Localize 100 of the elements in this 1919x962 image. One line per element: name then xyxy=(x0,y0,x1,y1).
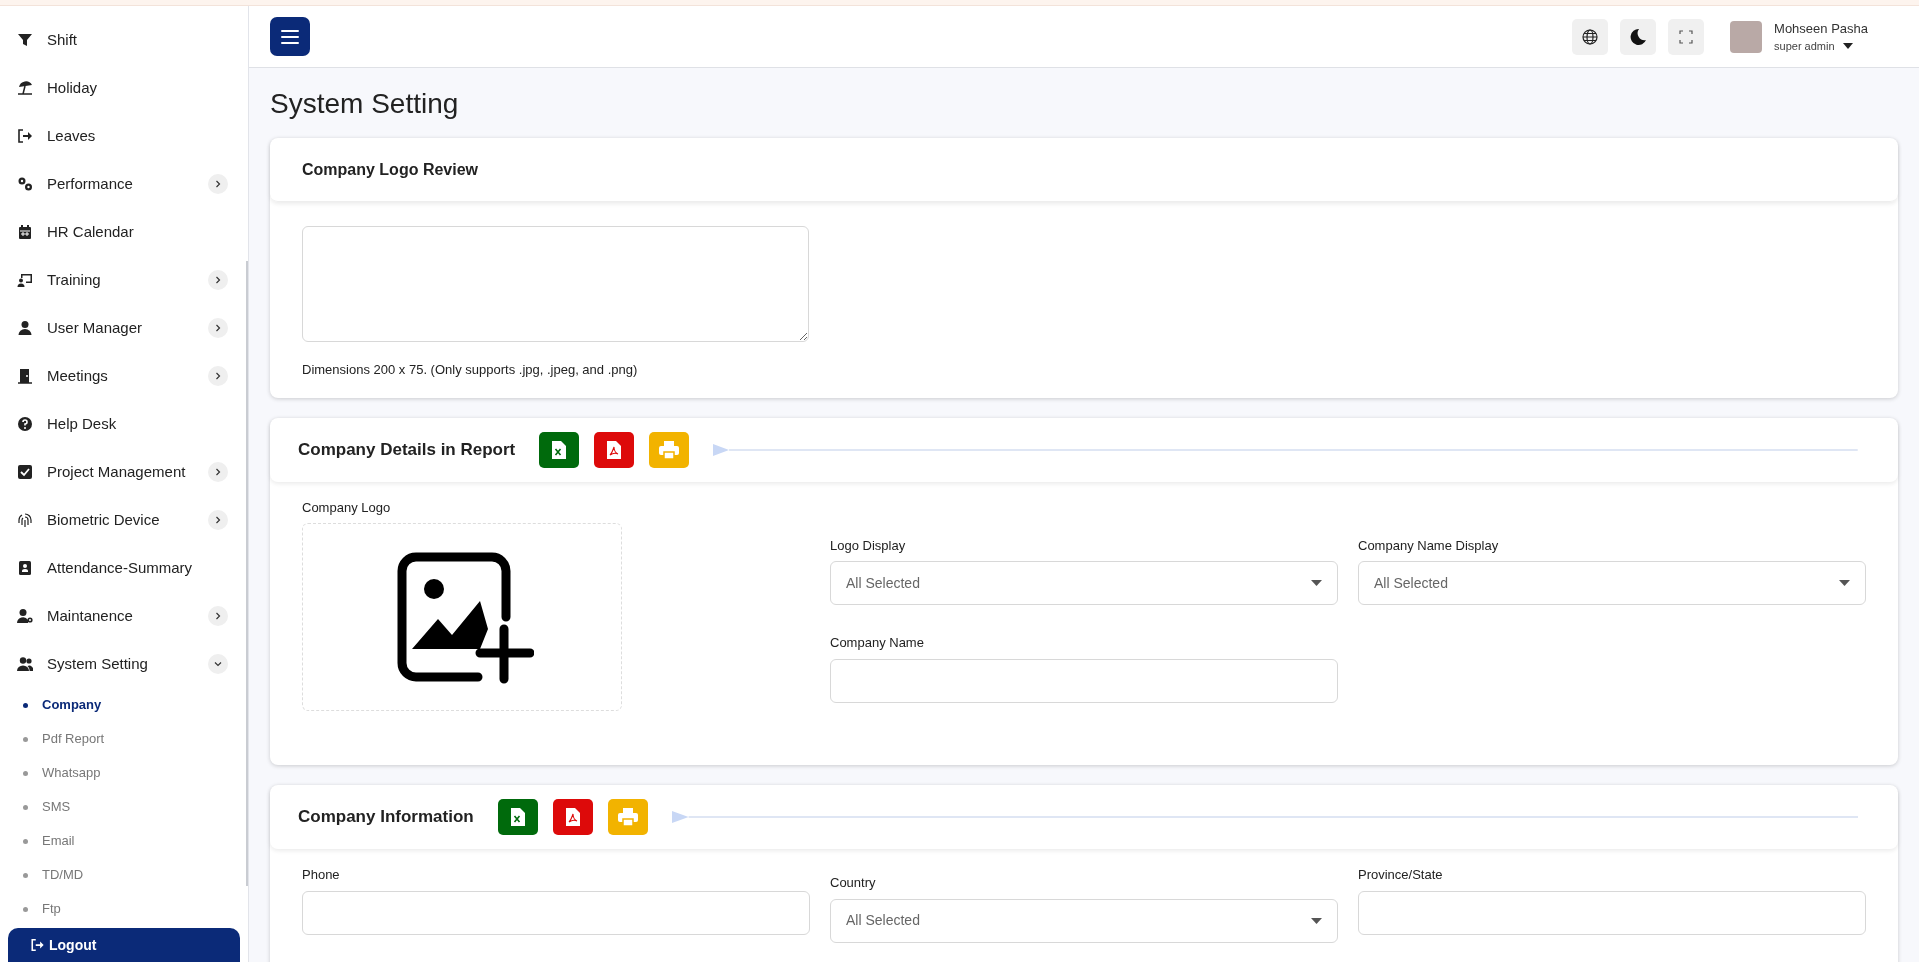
sidebar-item[interactable]: System Setting xyxy=(0,640,248,688)
sidebar-item-label: Training xyxy=(47,269,102,290)
submenu-item[interactable]: Pdf Report xyxy=(0,722,248,756)
sidebar-item-label: User Manager xyxy=(47,317,144,338)
sidebar-item-label: Leaves xyxy=(47,125,97,146)
users-icon xyxy=(17,656,33,672)
field-label: Company Name xyxy=(830,634,925,653)
pdf-file-icon xyxy=(607,440,622,459)
question-icon xyxy=(17,416,33,432)
card-title: Company Information xyxy=(298,806,474,829)
caret-icon xyxy=(1311,917,1322,924)
sidebar-item[interactable]: Holiday xyxy=(0,64,248,112)
bullet-icon xyxy=(23,838,28,844)
sidebar-item-label: Performance xyxy=(47,173,134,194)
printer-icon xyxy=(659,440,680,459)
logout-button[interactable]: Logout xyxy=(8,928,240,962)
scrollbar[interactable] xyxy=(246,261,248,886)
bullet-icon xyxy=(23,702,28,708)
field-label: Province/State xyxy=(1358,866,1444,884)
sidebar-item[interactable]: Project Management xyxy=(0,448,248,496)
excel-file-icon xyxy=(552,440,567,459)
field-label: Company Logo xyxy=(302,498,392,517)
chevron-right-icon[interactable] xyxy=(208,606,228,626)
checkbox-icon xyxy=(17,464,33,480)
logo-upload-area[interactable] xyxy=(302,523,622,711)
pdf-export-button[interactable] xyxy=(594,431,635,468)
submenu-item[interactable]: Whatsapp xyxy=(0,756,248,790)
id-card-icon xyxy=(17,560,33,576)
pdf-file-icon xyxy=(565,808,580,826)
sidebar-item[interactable]: Performance xyxy=(0,160,248,208)
sidebar-item[interactable]: Meetings xyxy=(0,352,248,400)
sidebar-item-label: Help Desk xyxy=(47,413,118,434)
gears-icon xyxy=(17,176,33,192)
field-label: Country xyxy=(830,874,877,892)
sidebar-item[interactable]: User Manager xyxy=(0,304,248,352)
excel-file-icon xyxy=(510,808,525,826)
chevron-right-icon[interactable] xyxy=(208,510,228,530)
bullet-icon xyxy=(23,804,28,810)
sidebar-item[interactable]: Leaves xyxy=(0,112,248,160)
sidebar-item[interactable]: Biometric Device xyxy=(0,496,248,544)
select-field[interactable]: All Selected xyxy=(830,561,1338,605)
sidebar-item[interactable]: Training xyxy=(0,256,248,304)
sidebar-item[interactable]: Shift xyxy=(0,16,248,64)
submenu-item[interactable]: TD/MD xyxy=(0,858,248,892)
input-field[interactable] xyxy=(1358,890,1866,935)
field-label: Phone xyxy=(302,866,341,884)
sign-out-icon xyxy=(17,128,33,144)
sidebar-item-label: Attendance-Summary xyxy=(47,557,194,578)
excel-export-button[interactable] xyxy=(497,799,538,835)
bullet-icon xyxy=(23,906,28,912)
dimensions-hint: Dimensions 200 x 75. (Only supports .jpg, .jpeg, and .png) xyxy=(302,361,639,379)
page-title: System Setting xyxy=(270,90,460,118)
fullscreen-icon xyxy=(1679,29,1694,44)
caret-icon[interactable] xyxy=(1842,43,1853,50)
calendar-icon xyxy=(17,224,33,240)
user-icon xyxy=(17,320,33,336)
chevron-right-icon[interactable] xyxy=(208,174,228,194)
sidebar-item-label: Biometric Device xyxy=(47,509,161,530)
sign-out-icon xyxy=(30,938,45,952)
user-role[interactable]: super admin xyxy=(1774,38,1835,55)
chevron-right-icon[interactable] xyxy=(208,366,228,386)
input-field[interactable] xyxy=(302,890,810,935)
sidebar-item-label: Meetings xyxy=(47,365,109,386)
sidebar-item-label: Shift xyxy=(47,29,78,50)
moon-icon xyxy=(1629,27,1648,46)
select-field[interactable]: All Selected xyxy=(830,898,1338,943)
sidebar-item[interactable]: HR Calendar xyxy=(0,208,248,256)
user-gear-icon xyxy=(17,608,33,624)
sidebar-item-label: Maintanence xyxy=(47,605,134,626)
user-name: Mohseen Pasha xyxy=(1774,19,1868,38)
select-field[interactable]: All Selected xyxy=(1358,561,1866,605)
submenu-item[interactable]: SMS xyxy=(0,790,248,824)
sidebar-item-label: System Setting xyxy=(47,653,149,674)
sidebar-item-label: Holiday xyxy=(47,77,99,98)
filter-icon xyxy=(17,32,33,48)
excel-export-button[interactable] xyxy=(539,431,580,468)
fullscreen-button[interactable] xyxy=(1668,18,1705,55)
door-icon xyxy=(17,368,33,384)
sidebar-item[interactable]: Maintanence xyxy=(0,592,248,640)
sidebar-item[interactable]: Attendance-Summary xyxy=(0,544,248,592)
menu-button[interactable] xyxy=(270,17,310,56)
pdf-export-button[interactable] xyxy=(552,799,593,835)
chevron-right-icon[interactable] xyxy=(208,318,228,338)
chevron-right-icon[interactable] xyxy=(208,270,228,290)
dark-mode-button[interactable] xyxy=(1620,18,1657,55)
caret-icon xyxy=(1311,580,1322,586)
bullet-icon xyxy=(23,736,28,742)
chevron-right-icon[interactable] xyxy=(208,462,228,482)
language-button[interactable] xyxy=(1572,18,1609,55)
chevron-down-icon[interactable] xyxy=(208,654,228,674)
fingerprint-icon xyxy=(17,512,33,528)
avatar xyxy=(1730,20,1763,53)
sidebar-item-label: Project Management xyxy=(47,461,187,482)
submenu-item[interactable]: Company xyxy=(0,688,248,722)
submenu-item[interactable]: Email xyxy=(0,824,248,858)
submenu-item[interactable]: Ftp xyxy=(0,892,248,926)
presentation-icon xyxy=(17,272,33,288)
input-field[interactable] xyxy=(830,658,1338,703)
sidebar-item[interactable]: Help Desk xyxy=(0,400,248,448)
caret-icon xyxy=(1839,580,1850,586)
